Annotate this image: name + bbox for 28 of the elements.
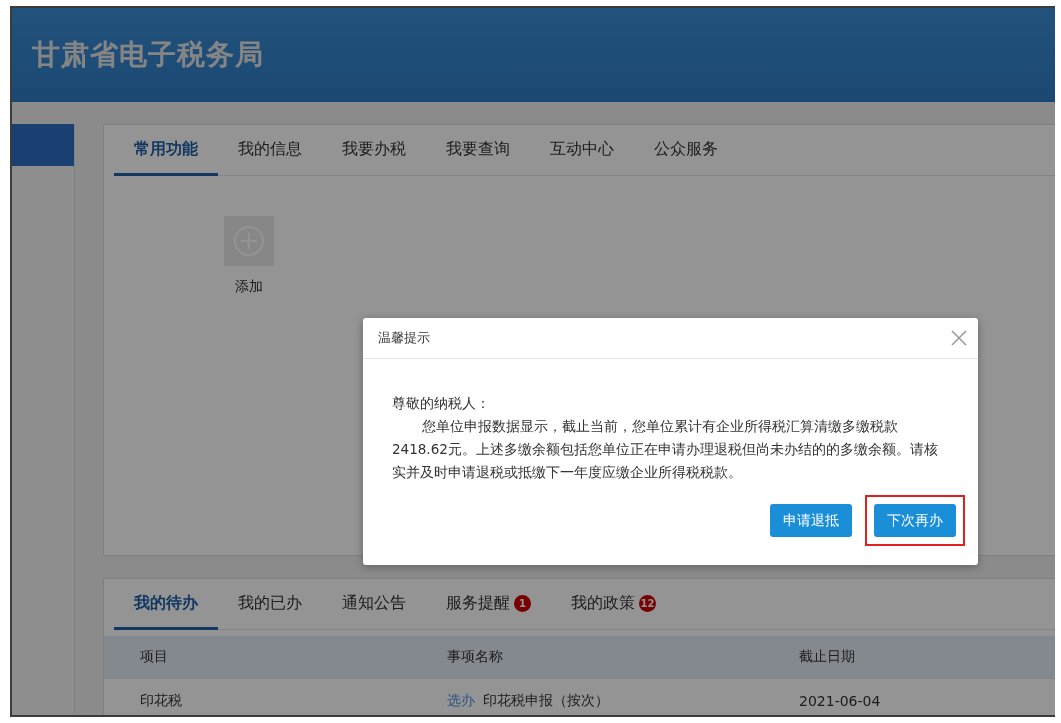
tab[interactable]: 我要查询 bbox=[426, 125, 530, 176]
tab[interactable]: 我的信息 bbox=[218, 125, 322, 176]
tab[interactable]: 常用功能 bbox=[114, 125, 218, 176]
column-header: 事项名称 bbox=[447, 648, 504, 666]
tab[interactable]: 服务提醒 1 bbox=[426, 579, 551, 630]
tab[interactable]: 我要办税 bbox=[322, 125, 426, 176]
tab[interactable]: 通知公告 bbox=[322, 579, 426, 630]
dialog-button[interactable]: 下次再办 bbox=[874, 504, 956, 537]
tab[interactable]: 我的已办 bbox=[218, 579, 322, 630]
close-button[interactable] bbox=[950, 329, 968, 347]
tab[interactable]: 公众服务 bbox=[634, 125, 738, 176]
count-badge: 1 bbox=[514, 594, 531, 612]
tab[interactable]: 我的政策 12 bbox=[551, 579, 676, 630]
table-cell-text: 印花税 bbox=[140, 692, 183, 710]
dialog-button[interactable]: 申请退抵 bbox=[770, 504, 852, 537]
count-badge: 12 bbox=[639, 594, 656, 612]
sidebar-item[interactable] bbox=[12, 124, 74, 166]
tab[interactable]: 我的待办 bbox=[114, 579, 218, 630]
greeting-text: 尊敬的纳税人： bbox=[392, 394, 491, 413]
column-header: 项目 bbox=[140, 648, 169, 666]
column-header: 截止日期 bbox=[799, 648, 856, 666]
tab[interactable]: 互动中心 bbox=[530, 125, 634, 176]
dialog-title: 温馨提示 bbox=[378, 329, 430, 347]
table-cell-text: 2021-06-04 bbox=[799, 693, 882, 709]
notice-text: 您单位申报数据显示，截止当前，您单位累计有企业所得税汇算清缴多缴税款2418.62元。上述多缴余额包括您单位正在申请办理退税但尚未办结的的多缴余额。请核实并及时申请退税或抵缴下一年度应缴企业所得税税款。 bbox=[392, 417, 939, 482]
site-title: 甘肃省电子税务局 bbox=[32, 37, 264, 73]
add-label: 添加 bbox=[235, 278, 263, 296]
table-cell: 印花税申报（按次） bbox=[483, 692, 609, 710]
